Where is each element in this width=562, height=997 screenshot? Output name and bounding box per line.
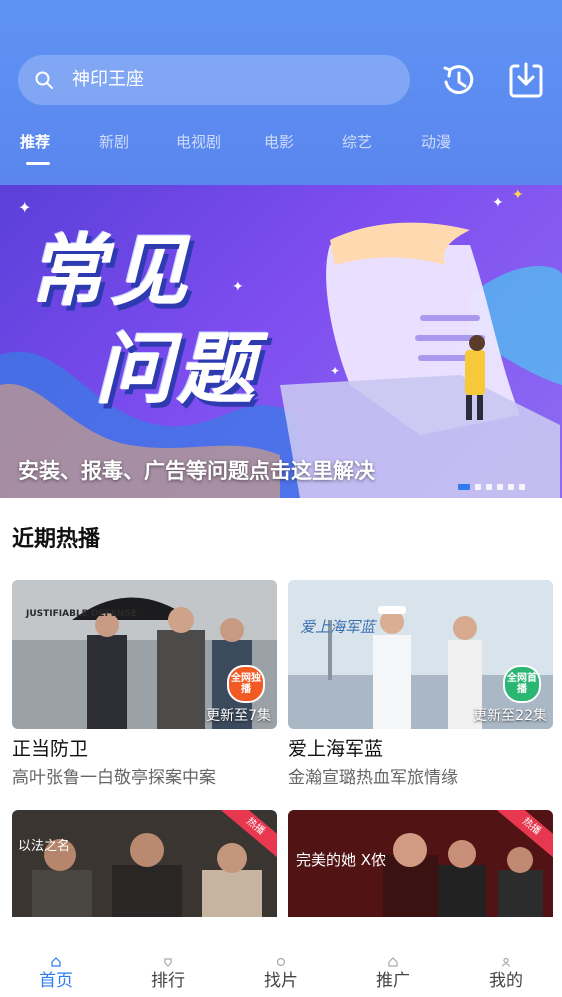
video-card[interactable]: 完美的她 X侬 热播 [288,810,553,917]
banner-caption: 安装、报毒、广告等问题点击这里解决 [18,459,375,483]
exclusive-badge: 全网独播 [227,665,265,703]
tab-new-drama[interactable]: 新剧 [99,130,129,154]
episode-label: 更新至7集 [206,708,271,724]
tab-movies[interactable]: 电影 [264,130,294,154]
search-input[interactable]: 神印王座 [72,68,144,92]
top-header: 神印王座 推荐 新剧 电视剧 电影 综艺 动漫 [0,0,562,185]
carousel-dot [486,484,492,490]
carousel-dot-active [458,484,470,490]
nav-home-label: 首页 [39,971,73,991]
promote-icon [388,957,398,967]
carousel-dot [519,484,525,490]
poster-text: 以法之名 [18,838,70,854]
carousel-dot [497,484,503,490]
carousel-dot [508,484,514,490]
video-subtitle: 金瀚宣璐热血军旅情缘 [288,768,458,788]
nav-ranking-label: 排行 [151,971,185,991]
nav-profile-label: 我的 [489,971,523,991]
video-poster[interactable]: 以法之名 热播 [12,810,277,917]
svg-text:✦: ✦ [330,364,340,378]
tab-variety[interactable]: 综艺 [342,130,372,154]
video-poster[interactable]: 爱上海军蓝 全网首播 更新至22集 [288,580,553,729]
video-card[interactable]: 爱上海军蓝 全网首播 更新至22集 爱上海军蓝 金瀚宣璐热血军旅情缘 [288,580,553,795]
nav-promote-label: 推广 [376,971,410,991]
category-tabs: 推荐 新剧 电视剧 电影 综艺 动漫 [0,130,562,170]
video-card[interactable]: 以法之名 热播 [12,810,277,917]
video-title[interactable]: 正当防卫 [12,736,88,762]
search-bar[interactable]: 神印王座 [18,55,410,105]
ranking-icon [164,958,172,967]
video-card[interactable]: JUSTIFIABLE DEFENSE 全网独播 更新至7集 正当防卫 高叶张鲁… [12,580,277,795]
tab-tv-series[interactable]: 电视剧 [176,130,221,154]
poster-image: 完美的她 X侬 [288,810,553,917]
tab-anime[interactable]: 动漫 [421,130,451,154]
episode-label: 更新至22集 [473,708,547,724]
tab-recommend[interactable]: 推荐 [20,130,50,154]
video-subtitle: 高叶张鲁一白敬亭探案中案 [12,768,216,788]
discover-icon [276,957,286,967]
premiere-badge: 全网首播 [503,665,541,703]
video-poster[interactable]: JUSTIFIABLE DEFENSE 全网独播 更新至7集 [12,580,277,729]
nav-ranking[interactable]: 排行 [112,917,224,997]
nav-discover[interactable]: 找片 [225,917,337,997]
carousel-dot [475,484,481,490]
history-clock-icon[interactable] [438,60,478,100]
nav-profile[interactable]: 我的 [450,917,562,997]
video-title[interactable]: 爱上海军蓝 [288,736,383,762]
poster-text: 完美的她 X侬 [296,851,386,869]
svg-text:✦: ✦ [232,279,244,295]
video-poster[interactable]: 完美的她 X侬 热播 [288,810,553,917]
banner-title-line2: 问题 [95,325,260,415]
search-icon [35,71,53,89]
poster-text: 爱上海军蓝 [300,618,378,636]
active-tab-indicator [26,162,50,165]
nav-home[interactable]: 首页 [0,917,112,997]
nav-promote[interactable]: 推广 [337,917,449,997]
nav-discover-label: 找片 [264,971,298,991]
poster-image: 以法之名 [12,810,277,917]
poster-text: JUSTIFIABLE DEFENSE [25,609,137,619]
bottom-navigation: 首页 排行 找片 推广 我的 [0,917,562,997]
profile-icon [501,957,511,967]
banner-title-line1: 常见 [28,227,193,317]
svg-text:✦: ✦ [18,198,31,217]
section-title-recent: 近期热播 [12,527,101,552]
svg-text:✦: ✦ [512,187,524,203]
svg-text:✦: ✦ [492,195,504,211]
download-icon[interactable] [506,60,546,100]
home-icon [51,957,61,967]
faq-banner[interactable]: ✦ ✦ ✦ ✦ ✦ 常见 问题 安装、报毒、广告等问题点击这里解决 [0,185,562,498]
